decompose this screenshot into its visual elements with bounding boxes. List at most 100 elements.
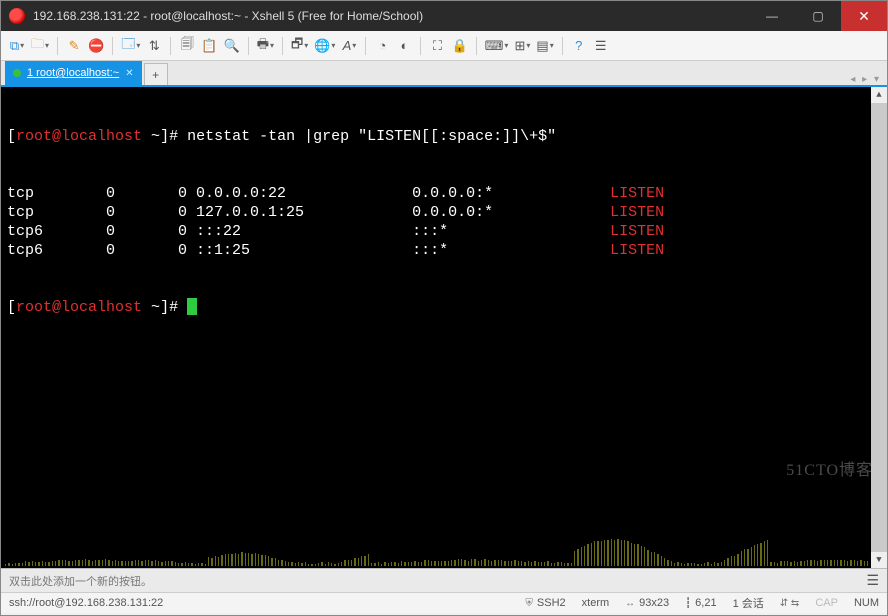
color-button[interactable]: ◔ xyxy=(372,35,392,57)
scroll-thumb[interactable] xyxy=(871,103,887,552)
lock-icon: 🔒 xyxy=(451,38,467,54)
maximize-button[interactable]: ▢ xyxy=(795,1,841,31)
highlight-icon: ◐ xyxy=(401,38,409,53)
help-button[interactable]: ? xyxy=(569,35,589,57)
view-button[interactable]: 🗗 xyxy=(289,35,310,57)
new-session-button[interactable]: ⧉ xyxy=(7,35,27,57)
netstat-row: tcp 0 0 127.0.0.1:25 0.0.0.0:* LISTEN xyxy=(7,203,881,222)
separator xyxy=(420,37,421,55)
lock-button[interactable]: 🔒 xyxy=(449,35,469,57)
about-button[interactable]: ☰ xyxy=(591,35,611,57)
arrows-icon: ⇵ ⇆ xyxy=(780,598,800,609)
paste-button[interactable]: 📋 xyxy=(199,35,219,57)
reconnect-button[interactable]: ✎ xyxy=(64,35,84,57)
quickbar-menu-icon[interactable]: ☰ xyxy=(866,572,879,589)
term-size: ↔93x23 xyxy=(625,597,669,609)
window-title: 192.168.238.131:22 - root@localhost:~ - … xyxy=(33,9,749,23)
terminal-pane[interactable]: [root@localhost ~]# netstat -tan |grep "… xyxy=(1,87,887,568)
cursor-pos: ┇6,21 xyxy=(685,597,716,609)
quickbar-hint: 双击此处添加一个新的按钮。 xyxy=(9,573,152,589)
addtab-toolbar-button[interactable]: ⊞ xyxy=(512,35,532,57)
layout-icon: ▤ xyxy=(536,38,548,54)
audio-waveform xyxy=(1,524,871,568)
encoding-button[interactable]: 🌐 xyxy=(312,35,337,57)
keyboard-icon: ⌨ xyxy=(485,38,504,54)
separator xyxy=(282,37,283,55)
separator xyxy=(365,37,366,55)
session-count: 1 会话 xyxy=(733,595,764,611)
tab-close-icon[interactable]: ✕ xyxy=(125,68,133,79)
terminal-line: [root@localhost ~]# netstat -tan |grep "… xyxy=(7,127,881,146)
ssh-status: ⛨SSH2 xyxy=(525,597,565,609)
fullscreen-button[interactable]: ⛶ xyxy=(427,35,447,57)
session-tab[interactable]: 1 root@localhost:~ ✕ xyxy=(5,61,142,85)
separator xyxy=(248,37,249,55)
find-button[interactable]: 🔍 xyxy=(222,35,242,57)
caps-status: CAP xyxy=(815,597,838,609)
watermark-text: 51CTO博客 xyxy=(786,461,873,480)
plug-icon: ✎ xyxy=(69,38,80,54)
status-bar: ssh://root@192.168.238.131:22 ⛨SSH2 xter… xyxy=(1,592,887,613)
separator xyxy=(476,37,477,55)
add-tab-button[interactable]: + xyxy=(144,63,168,85)
folder-icon: 🗀 xyxy=(31,35,44,57)
new-icon: ⧉ xyxy=(10,38,19,54)
plus-icon: ⊞ xyxy=(514,38,525,54)
font-button[interactable]: A xyxy=(339,35,359,57)
size-icon: ↔ xyxy=(625,598,635,609)
font-icon: A xyxy=(343,38,352,53)
main-toolbar: ⧉ 🗀 ✎ ⛔ 🗔 ⇅ 🗐 📋 🔍 🖶 🗗 🌐 A ◔ ◐ ⛶ 🔒 ⌨ ⊞ ▤ … xyxy=(1,31,887,61)
disconnect-button[interactable]: ⛔ xyxy=(86,35,106,57)
terminal-prompt-line: [root@localhost ~]# xyxy=(7,298,881,317)
copy-button[interactable]: 🗐 xyxy=(177,35,197,57)
cursor xyxy=(187,298,197,315)
arrows-status: ⇵ ⇆ xyxy=(780,598,800,609)
layout-button[interactable]: ▤ xyxy=(534,35,555,57)
separator xyxy=(112,37,113,55)
pos-icon: ┇ xyxy=(685,598,691,609)
close-button[interactable]: ✕ xyxy=(841,1,887,31)
about-icon: ☰ xyxy=(595,38,607,54)
tab-label: 1 root@localhost:~ xyxy=(27,67,119,79)
separator xyxy=(562,37,563,55)
separator xyxy=(57,37,58,55)
search-icon: 🔍 xyxy=(224,38,240,54)
keyboard-button[interactable]: ⌨ xyxy=(483,35,511,57)
quick-button-bar[interactable]: 双击此处添加一个新的按钮。 ☰ xyxy=(1,568,887,592)
tab-nav: ◂ ▸ ▾ xyxy=(848,74,881,85)
fullscreen-icon: ⛶ xyxy=(433,38,442,54)
print-button[interactable]: 🖶 xyxy=(255,35,276,57)
connection-string: ssh://root@192.168.238.131:22 xyxy=(9,597,163,609)
view-icon: 🗗 xyxy=(291,35,303,57)
shield-icon: ⛨ xyxy=(525,598,533,609)
highlight-button[interactable]: ◐ xyxy=(394,35,414,57)
term-type: xterm xyxy=(582,597,610,609)
tab-bar: 1 root@localhost:~ ✕ + ◂ ▸ ▾ xyxy=(1,61,887,87)
properties-button[interactable]: 🗔 xyxy=(119,35,142,57)
tab-next-button[interactable]: ▸ xyxy=(862,74,867,85)
print-icon: 🖶 xyxy=(257,35,269,57)
tab-prev-button[interactable]: ◂ xyxy=(850,74,855,85)
status-dot-icon xyxy=(13,69,21,77)
minimize-button[interactable]: — xyxy=(749,1,795,31)
netstat-row: tcp6 0 0 :::22 :::* LISTEN xyxy=(7,222,881,241)
window-titlebar: 192.168.238.131:22 - root@localhost:~ - … xyxy=(1,1,887,31)
open-button[interactable]: 🗀 xyxy=(29,35,51,57)
color-icon: ◔ xyxy=(379,38,387,53)
globe-icon: 🌐 xyxy=(314,38,330,54)
paste-icon: 📋 xyxy=(201,38,217,54)
copy-icon: 🗐 xyxy=(181,35,194,57)
properties-icon: 🗔 xyxy=(121,35,135,57)
help-icon: ? xyxy=(575,38,582,53)
tab-menu-button[interactable]: ▾ xyxy=(874,74,879,85)
vertical-scrollbar[interactable]: ▲ ▼ xyxy=(871,87,887,568)
transfer-button[interactable]: ⇅ xyxy=(144,35,164,57)
separator xyxy=(170,37,171,55)
scroll-up-icon[interactable]: ▲ xyxy=(871,87,887,103)
num-status: NUM xyxy=(854,597,879,609)
command-text: netstat -tan |grep "LISTEN[[:space:]]\+$… xyxy=(187,127,556,146)
netstat-row: tcp 0 0 0.0.0.0:22 0.0.0.0:* LISTEN xyxy=(7,184,881,203)
scroll-down-icon[interactable]: ▼ xyxy=(871,552,887,568)
transfer-icon: ⇅ xyxy=(149,38,160,54)
disconnect-icon: ⛔ xyxy=(88,38,104,54)
